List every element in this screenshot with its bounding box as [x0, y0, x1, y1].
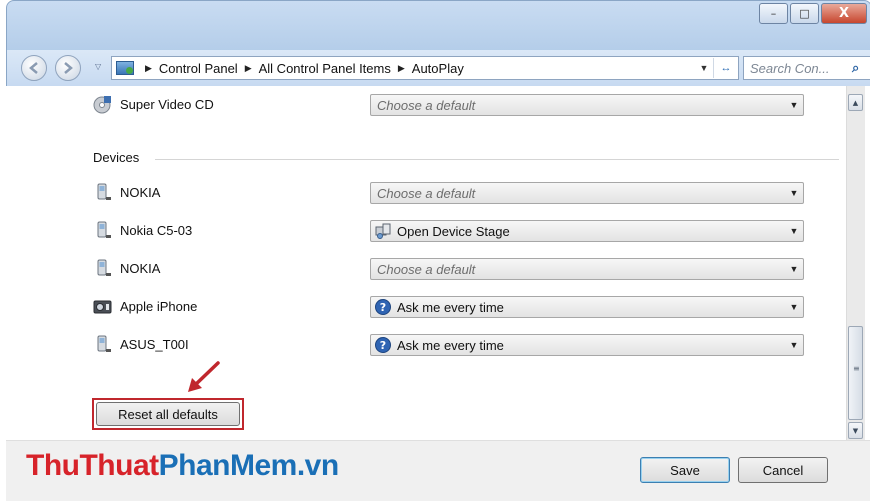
- minimize-button[interactable]: –: [759, 3, 788, 24]
- scroll-thumb[interactable]: ≡: [848, 326, 863, 420]
- chevron-down-icon: ▼: [789, 100, 799, 110]
- control-panel-icon: [116, 61, 134, 75]
- breadcrumb-control-panel[interactable]: Control Panel: [159, 61, 238, 76]
- dialog-footer: ThuThuatPhanMem.vn Save Cancel: [6, 440, 870, 501]
- device-name: ASUS_T00I: [120, 337, 189, 352]
- chevron-right-icon[interactable]: ▶: [398, 63, 405, 74]
- refresh-button[interactable]: ↔: [713, 58, 738, 78]
- vertical-scrollbar[interactable]: ▲ ≡ ▼: [846, 86, 865, 440]
- media-name: Super Video CD: [120, 97, 214, 112]
- chevron-down-icon: ▼: [789, 302, 799, 312]
- dropdown-value: Choose a default: [377, 185, 476, 201]
- forward-button[interactable]: [55, 55, 81, 81]
- dropdown-value: Open Device Stage: [397, 223, 510, 239]
- brand-part-2: PhanMem.vn: [158, 449, 340, 482]
- section-label: Devices: [93, 150, 146, 165]
- device-name: Nokia C5-03: [120, 223, 193, 238]
- question-icon: ?: [375, 337, 391, 353]
- reset-all-defaults-button[interactable]: Reset all defaults: [96, 402, 240, 426]
- address-bar[interactable]: ▶ Control Panel ▶ All Control Panel Item…: [111, 56, 739, 80]
- dropdown-value: Ask me every time: [397, 337, 504, 353]
- annotation-arrow-icon: [188, 361, 220, 392]
- camera-icon: [93, 300, 112, 314]
- window-controls: – □ X: [757, 3, 867, 24]
- back-button[interactable]: [21, 55, 47, 81]
- device-row: NOKIA Choose a default ▼: [6, 180, 826, 206]
- device-stage-icon: [375, 223, 391, 239]
- title-bar: – □ X: [6, 0, 870, 51]
- device-name: Apple iPhone: [120, 299, 198, 314]
- disc-icon: [93, 96, 111, 114]
- breadcrumb-all-items[interactable]: All Control Panel Items: [259, 61, 391, 76]
- default-action-dropdown[interactable]: Choose a default ▼: [370, 94, 804, 116]
- dropdown-value: Choose a default: [377, 97, 476, 113]
- default-action-dropdown[interactable]: ? Ask me every time ▼: [370, 296, 804, 318]
- device-row: Apple iPhone ? Ask me every time ▼: [6, 294, 826, 320]
- phone-icon: [97, 259, 111, 276]
- device-row: NOKIA Choose a default ▼: [6, 256, 826, 282]
- phone-icon: [97, 183, 111, 200]
- autoplay-settings-list: Super Video CD Choose a default ▼ Device…: [6, 86, 846, 440]
- dropdown-value: Ask me every time: [397, 299, 504, 315]
- search-box[interactable]: Search Con... ⌕: [743, 56, 870, 80]
- device-row: ASUS_T00I ? Ask me every time ▼: [6, 332, 826, 358]
- device-row: Nokia C5-03 Open Device Stage ▼: [6, 218, 826, 244]
- phone-icon: [97, 221, 111, 238]
- question-icon: ?: [375, 299, 391, 315]
- devices-section-header: Devices: [93, 150, 839, 166]
- recent-pages-dropdown-icon[interactable]: ▽: [95, 62, 101, 71]
- chevron-down-icon: ▼: [789, 264, 799, 274]
- chevron-down-icon: ▼: [789, 188, 799, 198]
- scroll-down-button[interactable]: ▼: [848, 422, 863, 439]
- close-button[interactable]: X: [821, 3, 867, 24]
- brand-part-1: ThuThuat: [26, 449, 159, 482]
- chevron-right-icon[interactable]: ▶: [145, 63, 152, 74]
- device-name: NOKIA: [120, 185, 161, 200]
- search-icon[interactable]: ⌕: [852, 60, 870, 76]
- navigation-bar: ▽ ▶ Control Panel ▶ All Control Panel It…: [6, 50, 870, 86]
- search-input[interactable]: Search Con...: [744, 61, 852, 76]
- svg-text:?: ?: [380, 301, 386, 314]
- svg-text:?: ?: [380, 339, 386, 352]
- brand-watermark: ThuThuatPhanMem.vn: [26, 449, 339, 483]
- back-arrow-icon: [29, 62, 38, 74]
- cancel-button[interactable]: Cancel: [738, 457, 828, 483]
- autoplay-window: – □ X ▽ ▶ Control Panel ▶ All Control Pa…: [0, 0, 870, 501]
- breadcrumb-autoplay[interactable]: AutoPlay: [412, 61, 464, 76]
- chevron-right-icon[interactable]: ▶: [245, 63, 252, 74]
- default-action-dropdown[interactable]: Open Device Stage ▼: [370, 220, 804, 242]
- device-name: NOKIA: [120, 261, 161, 276]
- dropdown-value: Choose a default: [377, 261, 476, 277]
- chevron-down-icon: ▼: [789, 340, 799, 350]
- media-row-super-video-cd: Super Video CD Choose a default ▼: [6, 92, 826, 118]
- default-action-dropdown[interactable]: Choose a default ▼: [370, 258, 804, 280]
- scroll-up-button[interactable]: ▲: [848, 94, 863, 111]
- forward-arrow-icon: [64, 62, 73, 74]
- phone-icon: [97, 335, 111, 352]
- default-action-dropdown[interactable]: Choose a default ▼: [370, 182, 804, 204]
- maximize-button[interactable]: □: [790, 3, 819, 24]
- address-dropdown-icon[interactable]: ▼: [695, 63, 713, 73]
- grip-icon: ≡: [853, 364, 860, 373]
- save-button[interactable]: Save: [640, 457, 730, 483]
- section-divider: [155, 159, 839, 160]
- chevron-down-icon: ▼: [789, 226, 799, 236]
- default-action-dropdown[interactable]: ? Ask me every time ▼: [370, 334, 804, 356]
